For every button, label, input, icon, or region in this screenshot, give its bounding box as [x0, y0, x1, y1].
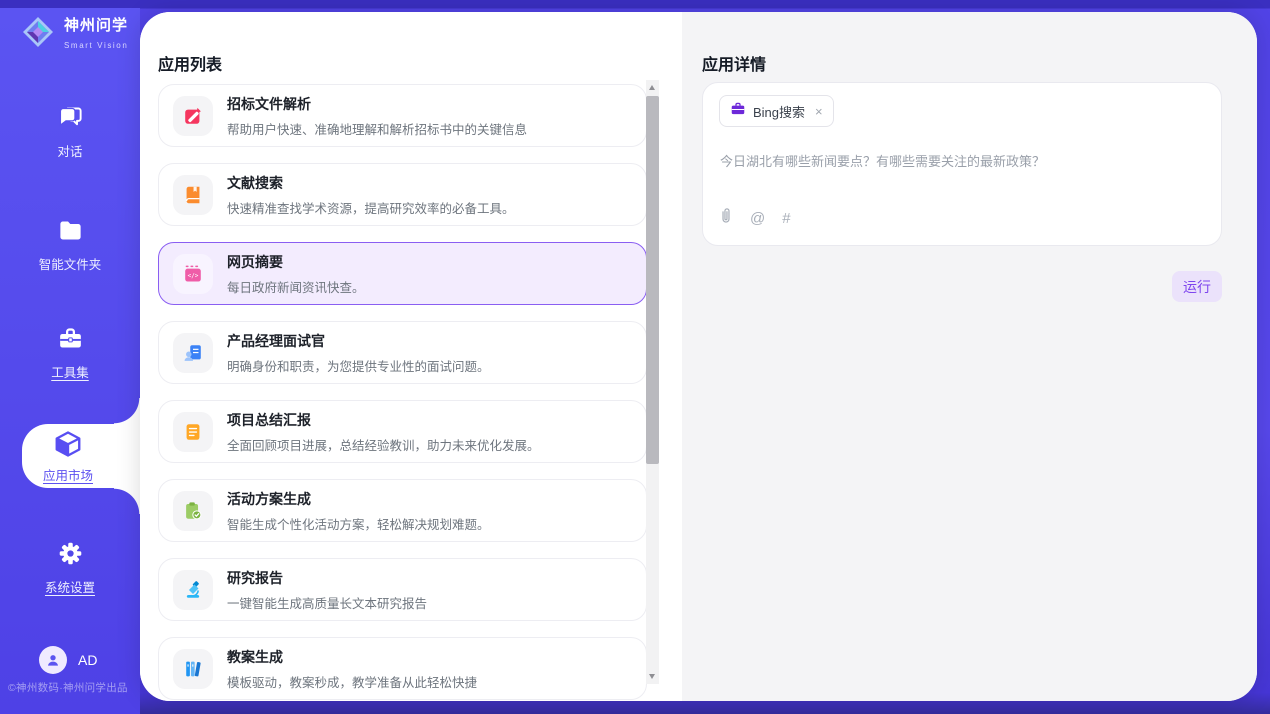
- tab-curve-bottom: [114, 488, 140, 514]
- hashtag-icon[interactable]: #: [782, 211, 790, 226]
- summary-document-icon: [173, 412, 213, 452]
- user-account[interactable]: AD: [39, 646, 97, 674]
- app-name: 产品经理面试官: [227, 331, 490, 351]
- app-detail-title: 应用详情: [702, 51, 766, 75]
- webpage-code-icon: </>: [173, 254, 213, 294]
- main-container: 应用列表 招标文件解析 帮助用户快速、准确地理解和解析招标书中的关键信息: [140, 12, 1257, 701]
- user-initials: AD: [78, 652, 97, 668]
- query-text: 今日湖北有哪些新闻要点？有哪些需要关注的最新政策？: [720, 151, 1205, 170]
- scrollbar-thumb[interactable]: [646, 96, 659, 464]
- chat-icon: [57, 118, 84, 135]
- app-description: 模板驱动，教案秒成，教学准备从此轻松快捷: [227, 672, 477, 691]
- sidebar-item-label: 应用市场: [22, 465, 114, 484]
- app-window: 神州问学 Smart Vision 对话 智能文件夹: [0, 0, 1270, 714]
- tool-chip-label: Bing搜索: [753, 102, 805, 121]
- list-item[interactable]: 招标文件解析 帮助用户快速、准确地理解和解析招标书中的关键信息: [158, 84, 647, 147]
- app-name: 教案生成: [227, 647, 477, 667]
- app-description: 全面回顾项目进展，总结经验教训，助力未来优化发展。: [227, 435, 540, 454]
- svg-text:</>: </>: [188, 272, 199, 279]
- list-item[interactable]: 研究报告 一键智能生成高质量长文本研究报告: [158, 558, 647, 621]
- scroll-up-arrow[interactable]: [649, 85, 655, 90]
- brand-logo[interactable]: 神州问学 Smart Vision: [20, 14, 140, 55]
- scrollbar[interactable]: [646, 80, 659, 684]
- app-name: 文献搜索: [227, 173, 515, 193]
- brand-subtitle: Smart Vision: [64, 41, 128, 50]
- paperclip-icon[interactable]: [719, 207, 733, 229]
- app-description: 明确身份和职责，为您提供专业性的面试问题。: [227, 356, 490, 375]
- list-item[interactable]: 教案生成 模板驱动，教案秒成，教学准备从此轻松快捷: [158, 637, 647, 700]
- tool-chip-bing-search[interactable]: Bing搜索 ×: [719, 95, 834, 127]
- sidebar-active-tab-background: 应用市场: [22, 424, 140, 488]
- run-button[interactable]: 运行: [1172, 271, 1222, 302]
- app-description: 快速精准查找学术资源，提高研究效率的必备工具。: [227, 198, 515, 217]
- brand-name: 神州问学: [64, 17, 128, 34]
- app-name: 研究报告: [227, 568, 427, 588]
- app-name: 活动方案生成: [227, 489, 490, 509]
- briefcase-icon: [730, 101, 746, 122]
- scroll-down-arrow[interactable]: [649, 674, 655, 679]
- gear-icon: [57, 554, 84, 571]
- list-item[interactable]: 文献搜索 快速精准查找学术资源，提高研究效率的必备工具。: [158, 163, 647, 226]
- sidebar-item-label: 系统设置: [0, 577, 140, 596]
- close-icon[interactable]: ×: [815, 105, 823, 118]
- copyright-text: ©神州数码·神州问学出品: [8, 680, 140, 695]
- app-description: 每日政府新闻资讯快查。: [227, 277, 365, 296]
- app-list-title: 应用列表: [158, 51, 222, 75]
- app-description: 智能生成个性化活动方案，轻松解决规划难题。: [227, 514, 490, 533]
- list-item[interactable]: 活动方案生成 智能生成个性化活动方案，轻松解决规划难题。: [158, 479, 647, 542]
- sidebar-item-smart-folder[interactable]: 智能文件夹: [0, 217, 140, 273]
- diamond-logo-icon: [20, 14, 56, 55]
- app-name: 招标文件解析: [227, 94, 527, 114]
- book-icon: [173, 175, 213, 215]
- list-item[interactable]: 产品经理面试官 明确身份和职责，为您提供专业性的面试问题。: [158, 321, 647, 384]
- app-description: 一键智能生成高质量长文本研究报告: [227, 593, 427, 612]
- app-description: 帮助用户快速、准确地理解和解析招标书中的关键信息: [227, 119, 527, 138]
- sidebar-item-chat[interactable]: 对话: [0, 104, 140, 160]
- sidebar-item-app-market[interactable]: 应用市场: [22, 429, 114, 484]
- sidebar-item-label: 智能文件夹: [0, 254, 140, 273]
- clipboard-check-icon: [173, 491, 213, 531]
- app-name: 项目总结汇报: [227, 410, 540, 430]
- app-detail-panel: 应用详情 Bing搜索 × 今日湖北有哪些新闻要点？有哪些需要关注的最新政策？: [682, 12, 1257, 701]
- sidebar-item-settings[interactable]: 系统设置: [0, 540, 140, 596]
- cube-icon: [53, 446, 83, 463]
- sidebar: 神州问学 Smart Vision 对话 智能文件夹: [0, 8, 140, 714]
- tab-curve-top: [114, 398, 140, 424]
- sidebar-item-label: 工具集: [0, 362, 140, 381]
- sidebar-item-toolset[interactable]: 工具集: [0, 325, 140, 381]
- books-icon: [173, 649, 213, 689]
- folder-icon: [57, 231, 84, 248]
- app-name: 网页摘要: [227, 252, 365, 272]
- sidebar-item-label: 对话: [0, 141, 140, 160]
- avatar: [39, 646, 67, 674]
- list-item[interactable]: 项目总结汇报 全面回顾项目进展，总结经验教训，助力未来优化发展。: [158, 400, 647, 463]
- mention-icon[interactable]: @: [750, 211, 765, 226]
- document-edit-icon: [173, 96, 213, 136]
- microscope-icon: [173, 570, 213, 610]
- prompt-card: Bing搜索 × 今日湖北有哪些新闻要点？有哪些需要关注的最新政策？ @ #: [702, 82, 1222, 246]
- interviewer-person-icon: [173, 333, 213, 373]
- toolbox-icon: [57, 339, 84, 356]
- app-list-panel: 应用列表 招标文件解析 帮助用户快速、准确地理解和解析招标书中的关键信息: [140, 12, 682, 701]
- input-toolbar: @ #: [719, 207, 791, 229]
- list-item-selected[interactable]: </> 网页摘要 每日政府新闻资讯快查。: [158, 242, 647, 305]
